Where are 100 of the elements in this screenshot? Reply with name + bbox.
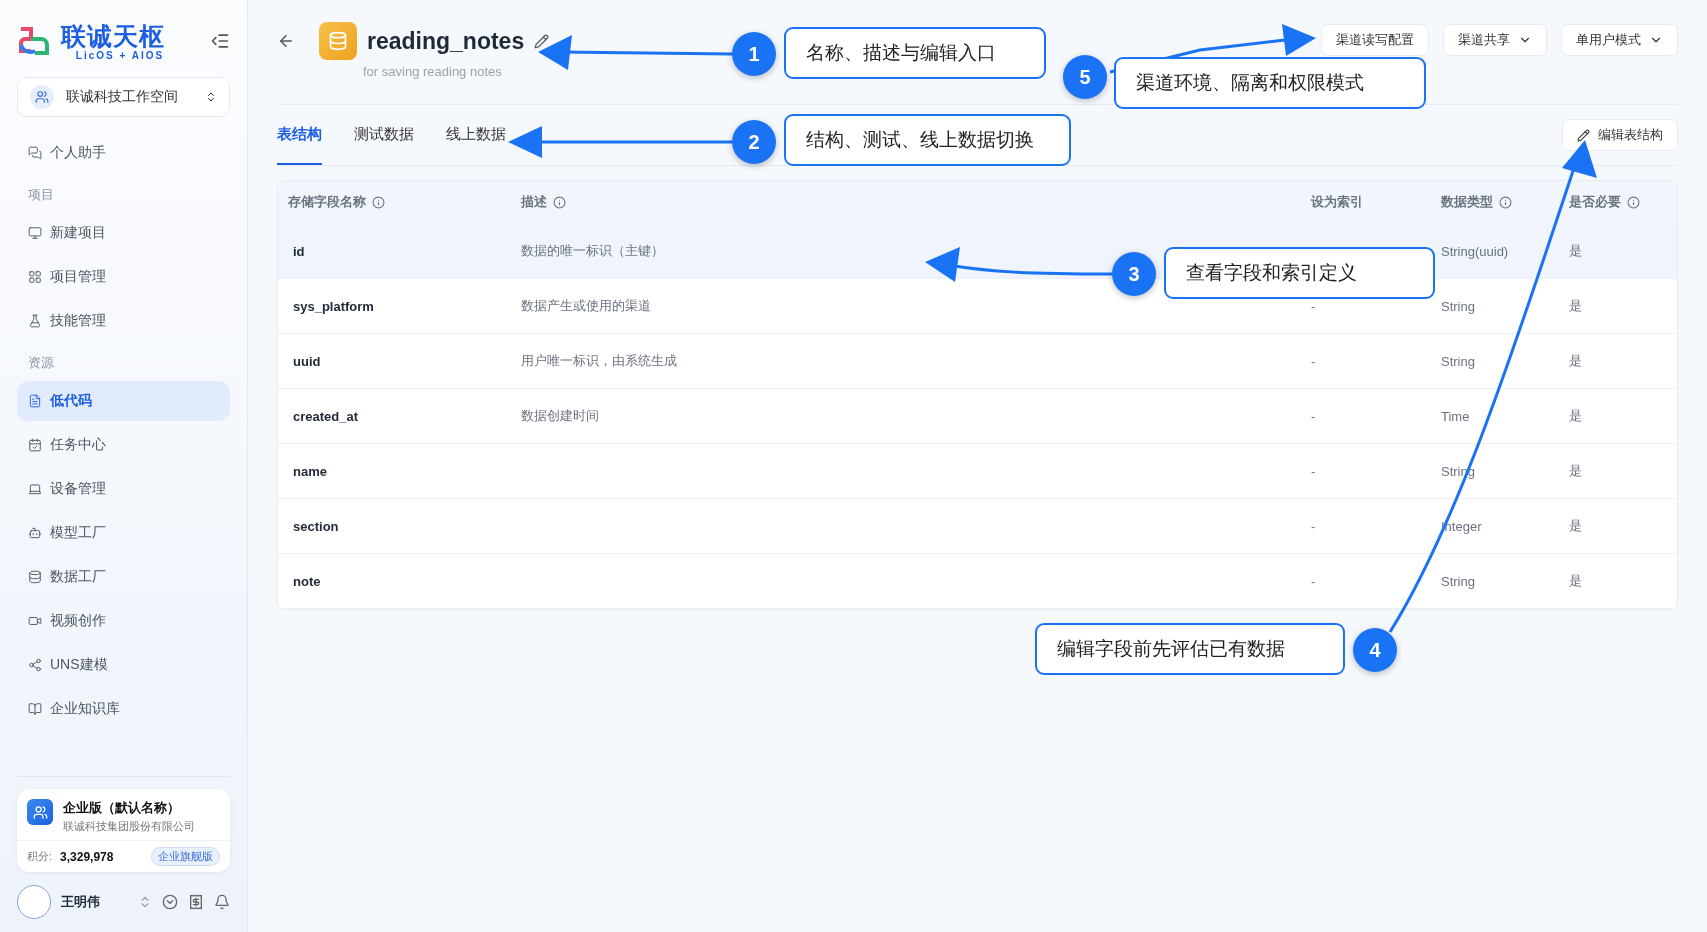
table-cell-text: - xyxy=(1310,463,1317,479)
nav-icon xyxy=(28,570,42,584)
notification-icon[interactable] xyxy=(214,894,230,910)
nav-icon xyxy=(28,702,42,716)
step-number: 2 xyxy=(732,120,776,164)
info-icon[interactable] xyxy=(372,195,385,209)
table-cell-text: sys_platform xyxy=(292,298,375,314)
info-icon[interactable] xyxy=(1499,195,1512,209)
nav-icon xyxy=(28,526,42,540)
nav-icon xyxy=(28,394,42,408)
table-cell-text: Time xyxy=(1440,408,1471,424)
table-cell-text: - xyxy=(1310,353,1317,369)
nav-section-label: 资源 xyxy=(27,354,55,372)
nav-icon xyxy=(28,270,42,284)
table-cell-text: String xyxy=(1440,573,1476,589)
table-cell-text: 是 xyxy=(1568,407,1583,425)
updown-icon xyxy=(205,91,217,103)
nav-icon xyxy=(28,438,42,452)
chevron-circle-icon[interactable] xyxy=(162,894,178,910)
info-icon[interactable] xyxy=(1627,195,1640,209)
nav-icon xyxy=(28,482,42,496)
header-button[interactable]: 渠道读写配置 xyxy=(1321,24,1429,56)
step-number: 1 xyxy=(732,32,776,76)
table-cell-text: 是 xyxy=(1568,572,1583,590)
table-cell-text: id xyxy=(292,243,306,259)
nav-item[interactable]: 设备管理 xyxy=(17,469,230,509)
table-cell-text: - xyxy=(1310,298,1317,314)
table-cell-text: String xyxy=(1440,353,1476,369)
column-header: 数据类型 xyxy=(1426,193,1554,211)
logo-tagline: LicOS + AIOS xyxy=(74,49,165,61)
table-cell-text: section xyxy=(292,518,340,534)
nav-item[interactable]: 新建项目 xyxy=(17,213,230,253)
edit-schema-button[interactable]: 编辑表结构 xyxy=(1562,119,1678,151)
table-cell-text: 数据的唯一标识（主键） xyxy=(520,242,665,260)
tab[interactable]: 线上数据 xyxy=(446,105,506,165)
table-cell-text: - xyxy=(1310,518,1317,534)
table-cell-text: 数据产生或使用的渠道 xyxy=(520,297,652,315)
table-cell-text: - xyxy=(1310,408,1317,424)
logo-name: 联诚天枢 xyxy=(61,21,165,50)
column-header: 存储字段名称 xyxy=(278,193,513,211)
nav-icon xyxy=(28,658,42,672)
company-name: 联诚科技集团股份有限公司 xyxy=(63,819,195,834)
callout-tooltip: 编辑字段前先评估已有数据 xyxy=(1035,623,1345,675)
info-icon[interactable] xyxy=(553,195,566,209)
nav-item[interactable]: 技能管理 xyxy=(17,301,230,341)
nav-icon xyxy=(28,226,42,240)
workspace-avatar xyxy=(30,85,54,109)
tab[interactable]: 表结构 xyxy=(277,105,322,165)
nav-icon xyxy=(28,314,42,328)
nav-item[interactable]: 个人助手 xyxy=(17,133,230,173)
table-cell-text: name xyxy=(292,463,328,479)
nav-item[interactable]: 项目管理 xyxy=(17,257,230,297)
nav-item[interactable]: 企业知识库 xyxy=(17,689,230,729)
plan-badge: 企业旗舰版 xyxy=(151,847,220,866)
table-title: reading_notes xyxy=(367,27,525,55)
nav-item[interactable]: 模型工厂 xyxy=(17,513,230,553)
workspace-selector[interactable]: 联诚科技工作空间 xyxy=(17,77,230,117)
table-cell-text: 是 xyxy=(1568,517,1583,535)
back-icon[interactable] xyxy=(277,32,295,50)
nav-item[interactable]: 视频创作 xyxy=(17,601,230,641)
column-header: 描述 xyxy=(513,193,1296,211)
table-cell-text: 数据创建时间 xyxy=(520,407,600,425)
callout-tooltip: 结构、测试、线上数据切换 xyxy=(784,114,1071,166)
table-cell-text: note xyxy=(292,573,322,589)
step-number: 4 xyxy=(1353,628,1397,672)
step-number: 5 xyxy=(1063,55,1107,99)
points-label: 积分: xyxy=(27,849,53,864)
table-cell-text: 是 xyxy=(1568,297,1583,315)
plan-title: 企业版（默认名称） xyxy=(63,799,181,817)
table-cell-text: 是 xyxy=(1568,352,1583,370)
nav-item[interactable]: 任务中心 xyxy=(17,425,230,465)
table-cell-text: 用户唯一标识，由系统生成 xyxy=(520,352,678,370)
nav-icon xyxy=(28,614,42,628)
table-cell-text: 是 xyxy=(1568,242,1583,260)
table-cell-text: created_at xyxy=(292,408,360,424)
callout-tooltip: 名称、描述与编辑入口 xyxy=(784,27,1046,79)
table-cell-text: 是 xyxy=(1568,462,1583,480)
people-icon xyxy=(27,799,53,825)
column-header: 是否必要 xyxy=(1554,193,1677,211)
table-description: for saving reading notes xyxy=(363,64,503,79)
callout-tooltip: 查看字段和索引定义 xyxy=(1164,247,1435,299)
tab[interactable]: 测试数据 xyxy=(354,105,414,165)
table-cell-text: String xyxy=(1440,298,1476,314)
table-icon xyxy=(319,22,357,60)
points-value: 3,329,978 xyxy=(60,849,115,864)
nav-item[interactable]: 数据工厂 xyxy=(17,557,230,597)
user-name: 王明伟 xyxy=(61,893,101,911)
pencil-icon xyxy=(1577,128,1590,142)
table-cell-text: - xyxy=(1310,573,1317,589)
nav-icon xyxy=(28,146,42,160)
collapse-menu-icon[interactable] xyxy=(210,31,230,51)
callout-tooltip: 渠道环境、隔离和权限模式 xyxy=(1114,57,1426,109)
column-header: 设为索引 xyxy=(1310,193,1364,211)
header-button[interactable]: 单用户模式 xyxy=(1561,24,1678,56)
nav-item[interactable]: 低代码 xyxy=(17,381,230,421)
header-button[interactable]: 渠道共享 xyxy=(1443,24,1547,56)
table-cell-text: String(uuid) xyxy=(1440,243,1510,259)
nav-item[interactable]: UNS建模 xyxy=(17,645,230,685)
table-cell-text: uuid xyxy=(292,353,322,369)
edit-icon[interactable] xyxy=(534,33,550,49)
